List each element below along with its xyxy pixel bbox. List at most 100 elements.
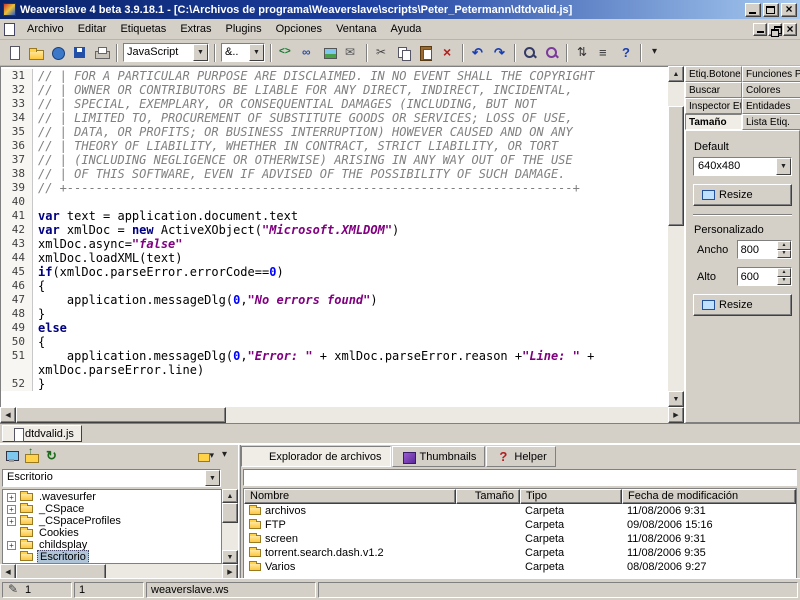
insert-tag-button[interactable] — [275, 42, 297, 64]
delete-button[interactable] — [437, 42, 459, 64]
cut-button[interactable] — [371, 42, 393, 64]
close-button[interactable] — [781, 3, 797, 17]
width-spinner[interactable]: ▲▼ — [737, 240, 792, 259]
menu-item-ayuda[interactable]: Ayuda — [383, 20, 428, 38]
save-button[interactable] — [69, 42, 91, 64]
expand-toggle[interactable]: + — [7, 493, 16, 502]
entity-select[interactable]: &..▼ — [221, 43, 265, 62]
language-select-dropdown-button[interactable]: ▼ — [193, 44, 208, 61]
height-spinner[interactable]: ▲▼ — [737, 267, 792, 286]
view-menu-button[interactable] — [216, 447, 236, 465]
panel-tab-colores[interactable]: Colores — [742, 82, 800, 98]
document-tab-dtdvalid-js[interactable]: dtdvalid.js — [2, 425, 82, 442]
column-header-tama-o[interactable]: Tamaño — [456, 489, 520, 504]
folder-menu-button[interactable] — [196, 447, 216, 465]
scroll-up-button[interactable]: ▲ — [222, 489, 238, 503]
column-header-nombre[interactable]: Nombre — [244, 489, 456, 504]
copy-button[interactable] — [393, 42, 415, 64]
menu-item-extras[interactable]: Extras — [173, 20, 218, 38]
panel-tab-inspector-etiq[interactable]: Inspector Etiq. — [685, 98, 742, 114]
file-row[interactable]: archivosCarpeta11/08/2006 9:31 — [244, 504, 796, 518]
entity-select-dropdown-button[interactable]: ▼ — [249, 44, 264, 61]
panel-tab-lista-etiq[interactable]: Lista Etiq. — [742, 114, 800, 130]
tree-item-cookies[interactable]: Cookies — [3, 527, 221, 539]
expand-toggle[interactable]: + — [7, 517, 16, 526]
resize-custom-button[interactable]: Resize — [693, 294, 792, 316]
menu-item-plugins[interactable]: Plugins — [219, 20, 269, 38]
scroll-up-button[interactable]: ▲ — [668, 66, 684, 82]
spin-down-icon[interactable]: ▼ — [777, 277, 791, 286]
editor-horizontal-scrollbar[interactable]: ◀ ▶ — [0, 407, 684, 423]
toolbar-menu-button[interactable] — [645, 42, 667, 64]
expand-toggle[interactable]: + — [7, 541, 16, 550]
tree-item-escritorio[interactable]: Escritorio — [3, 551, 221, 563]
help-button[interactable] — [615, 42, 637, 64]
open-web-button[interactable] — [47, 42, 69, 64]
file-row[interactable]: screenCarpeta11/08/2006 9:31 — [244, 532, 796, 546]
scroll-down-button[interactable]: ▼ — [222, 550, 238, 564]
desktop-button[interactable] — [2, 447, 22, 465]
insert-link-button[interactable] — [297, 42, 319, 64]
menu-item-etiquetas[interactable]: Etiquetas — [113, 20, 173, 38]
spin-down-icon[interactable]: ▼ — [777, 250, 791, 259]
explorer-tab-helper[interactable]: Helper — [486, 446, 555, 467]
menu-item-ventana[interactable]: Ventana — [329, 20, 383, 38]
panel-tab-funciones-ph[interactable]: Funciones PH — [742, 66, 800, 82]
language-select[interactable]: JavaScript▼ — [123, 43, 209, 62]
scroll-thumb[interactable] — [668, 106, 684, 226]
filter-input[interactable] — [243, 469, 797, 486]
panel-tab-buscar[interactable]: Buscar — [685, 82, 742, 98]
scroll-left-button[interactable]: ◀ — [0, 407, 16, 423]
location-select[interactable]: Escritorio ▼ — [2, 469, 221, 487]
height-input[interactable] — [738, 268, 777, 285]
print-button[interactable] — [91, 42, 113, 64]
find-replace-button[interactable] — [541, 42, 563, 64]
maximize-button[interactable] — [763, 3, 779, 17]
minimize-button[interactable] — [745, 3, 761, 17]
location-dropdown-button[interactable]: ▼ — [205, 470, 220, 486]
open-file-button[interactable] — [25, 42, 47, 64]
menu-item-opciones[interactable]: Opciones — [269, 20, 329, 38]
refresh-button[interactable] — [42, 447, 62, 465]
default-size-select[interactable]: 640x480 ▼ — [693, 157, 792, 176]
folder-tree[interactable]: +.wavesurfer+_CSpace+_CSpaceProfilesCook… — [2, 489, 222, 564]
menu-item-editar[interactable]: Editar — [71, 20, 114, 38]
explorer-tab-explorador-de-archivos[interactable]: Explorador de archivos — [241, 446, 391, 467]
panel-tab-tama-o[interactable]: Tamaño — [685, 114, 742, 130]
tree-item-wavesurfer[interactable]: +.wavesurfer — [3, 491, 221, 503]
menu-item-archivo[interactable]: Archivo — [20, 20, 71, 38]
undo-button[interactable] — [467, 42, 489, 64]
mdi-restore-button[interactable] — [768, 23, 782, 36]
tree-item-childsplay[interactable]: +childsplay — [3, 539, 221, 551]
column-header-fecha-de-modificaci-n[interactable]: Fecha de modificación — [622, 489, 796, 504]
spin-up-icon[interactable]: ▲ — [777, 268, 791, 277]
folder-up-button[interactable] — [22, 447, 42, 465]
sort-button[interactable] — [571, 42, 593, 64]
mdi-minimize-button[interactable] — [753, 23, 767, 36]
panel-tab-etiq-botones[interactable]: Etiq.Botones — [685, 66, 742, 82]
resize-default-button[interactable]: Resize — [693, 184, 792, 206]
file-row[interactable]: torrent.search.dash.v1.2Carpeta11/08/200… — [244, 546, 796, 560]
file-row[interactable]: FTPCarpeta09/08/2006 15:16 — [244, 518, 796, 532]
explorer-tab-thumbnails[interactable]: Thumbnails — [392, 446, 486, 467]
spin-up-icon[interactable]: ▲ — [777, 241, 791, 250]
panel-tab-entidades[interactable]: Entidades — [742, 98, 800, 114]
tree-item-cspace[interactable]: +_CSpace — [3, 503, 221, 515]
insert-image-button[interactable] — [319, 42, 341, 64]
default-size-dropdown-button[interactable]: ▼ — [776, 158, 791, 175]
redo-button[interactable] — [489, 42, 511, 64]
scroll-right-button[interactable]: ▶ — [668, 407, 684, 423]
scroll-thumb[interactable] — [222, 503, 238, 523]
file-row[interactable]: VariosCarpeta08/08/2006 9:27 — [244, 560, 796, 574]
tree-item-cspaceprofiles[interactable]: +_CSpaceProfiles — [3, 515, 221, 527]
column-header-tipo[interactable]: Tipo — [520, 489, 622, 504]
editor-vertical-scrollbar[interactable]: ▲ ▼ — [668, 66, 684, 407]
find-button[interactable] — [519, 42, 541, 64]
paste-button[interactable] — [415, 42, 437, 64]
scroll-thumb[interactable] — [16, 407, 226, 423]
code-editor[interactable]: 31// | FOR A PARTICULAR PURPOSE ARE DISC… — [0, 66, 668, 407]
new-file-button[interactable] — [3, 42, 25, 64]
tree-vertical-scrollbar[interactable]: ▲ ▼ — [222, 489, 238, 564]
list-button[interactable] — [593, 42, 615, 64]
mdi-close-button[interactable] — [783, 23, 797, 36]
